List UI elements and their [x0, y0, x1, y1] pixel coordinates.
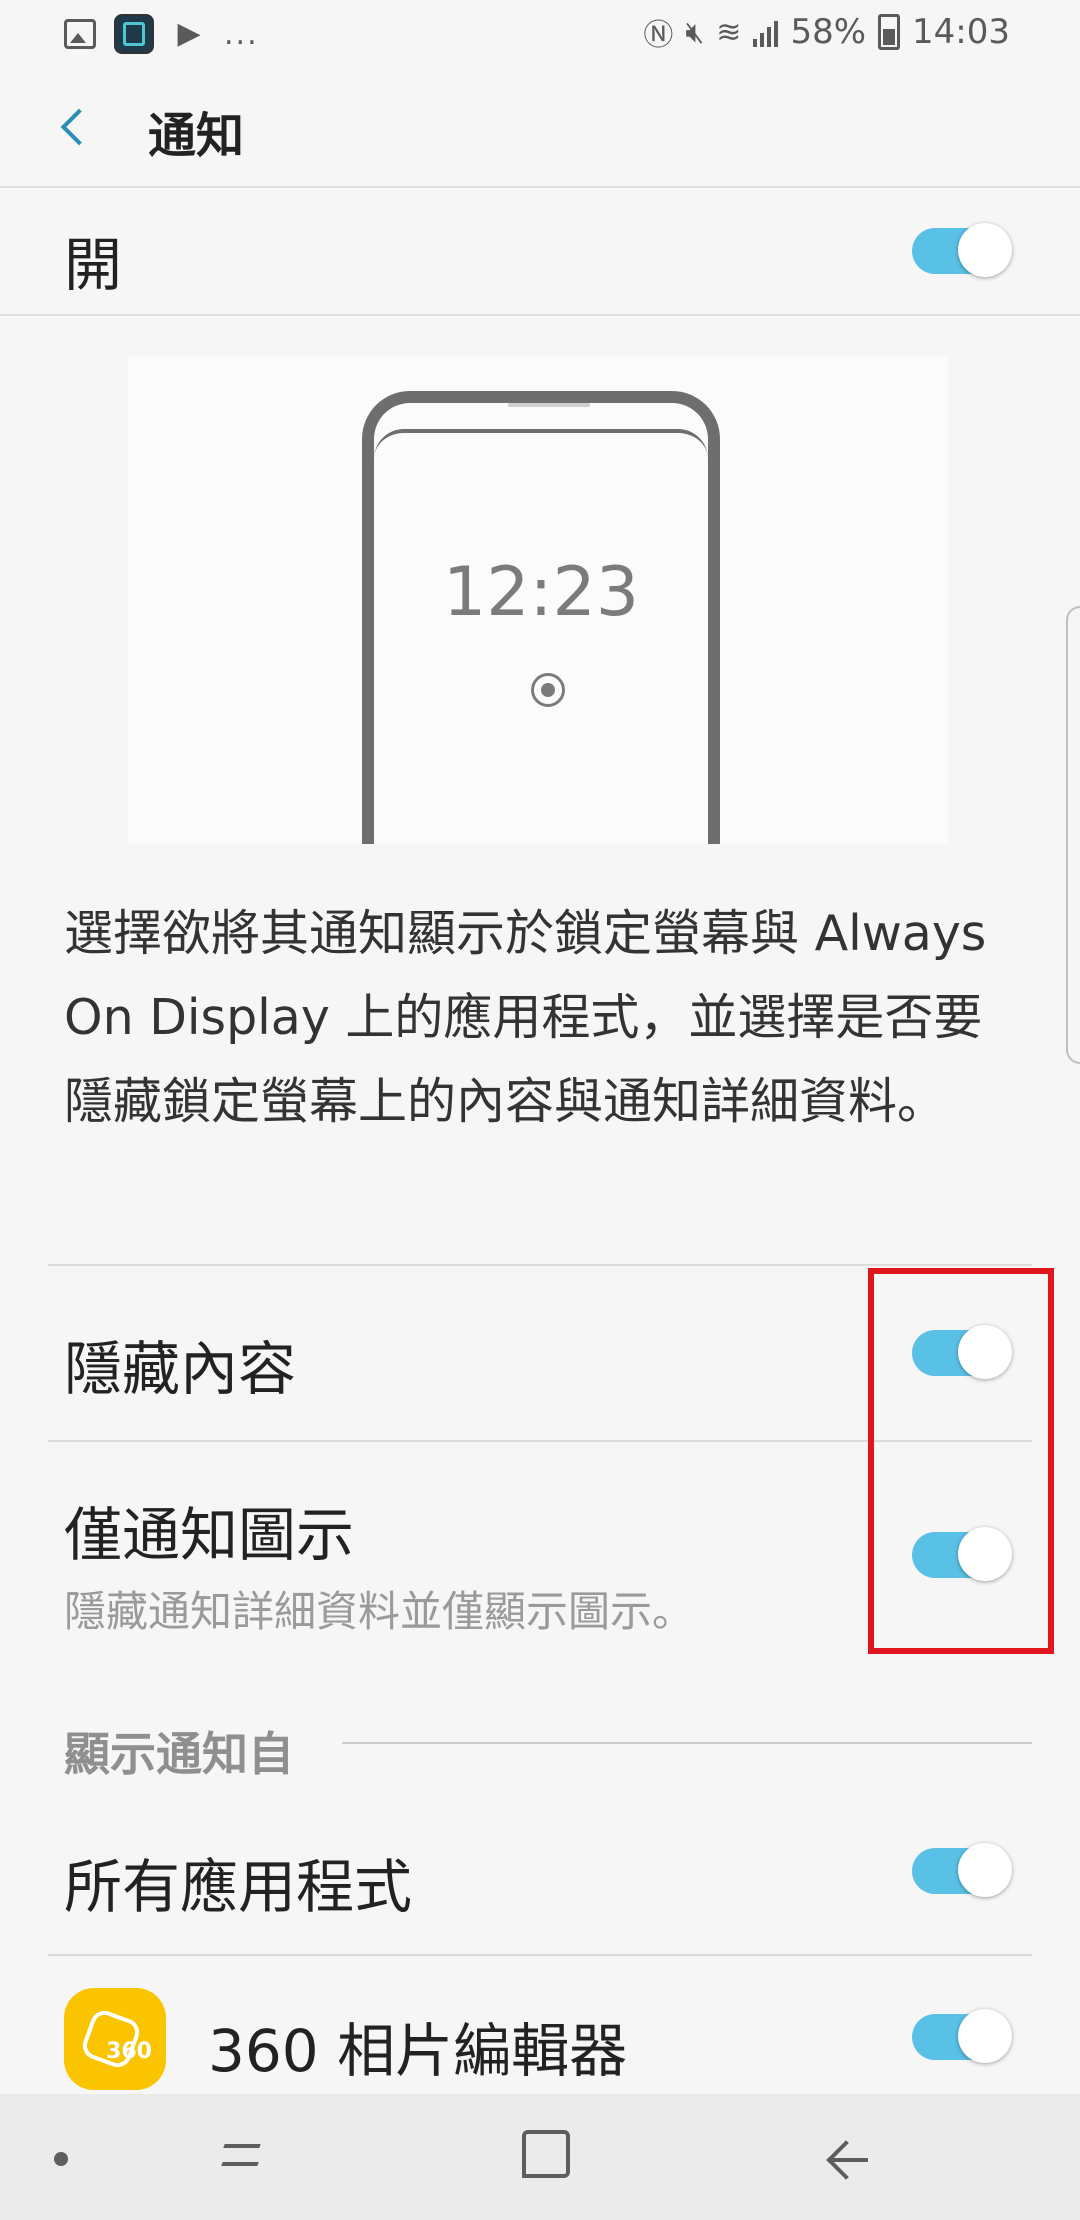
section-divider — [342, 1742, 1032, 1744]
nfc-icon: Ⓝ — [643, 18, 674, 53]
all-apps-label: 所有應用程式 — [64, 1853, 413, 1921]
gallery-icon — [64, 19, 96, 49]
toggle-knob — [958, 1843, 1012, 1897]
highlight-box — [868, 1268, 1054, 1654]
master-switch-label: 開 — [64, 231, 123, 299]
back-arrow-icon[interactable] — [48, 98, 108, 158]
lock-screen-illustration: 12:23 — [128, 356, 948, 844]
hide-content-label: 隱藏內容 — [64, 1335, 297, 1403]
master-switch-row[interactable]: 開 — [0, 188, 1080, 316]
app-bar: 通知 — [0, 68, 1080, 188]
scroll-handle[interactable] — [1066, 606, 1080, 1064]
app-360-label: 360 相片編輯器 — [208, 2017, 628, 2085]
status-bar-system: Ⓝ 🔇︎ ≋ 58% 14:03 — [643, 10, 1010, 54]
phone-speaker — [508, 403, 590, 407]
app-notification-icon — [114, 14, 154, 54]
battery-icon — [878, 14, 901, 50]
toggle-knob — [958, 223, 1012, 277]
description-text: 選擇欲將其通知顯示於鎖定螢幕與 Always On Display 上的應用程式… — [64, 905, 987, 1130]
nav-hide-dot[interactable] — [54, 2152, 68, 2166]
recent-apps-icon[interactable] — [218, 2132, 266, 2180]
icons-only-description: 隱藏通知詳細資料並僅顯示圖示。 — [64, 1587, 695, 1636]
signal-icon — [753, 17, 779, 47]
app-icon-text: 360 — [106, 2039, 152, 2064]
phone-screen: 12:23 — [374, 429, 708, 844]
battery-percent: 58% — [790, 12, 867, 52]
toggle-knob — [958, 2009, 1012, 2063]
status-time: 14:03 — [912, 12, 1010, 52]
master-toggle[interactable] — [912, 223, 1012, 277]
divider — [48, 1264, 1032, 1266]
section-header: 顯示通知自 — [64, 1727, 294, 1781]
icons-only-label: 僅通知圖示 — [64, 1501, 355, 1569]
home-icon[interactable] — [522, 2130, 570, 2178]
illustration-clock: 12:23 — [443, 553, 639, 632]
all-apps-toggle[interactable] — [912, 1843, 1012, 1897]
status-bar-notifications: ▶ ... — [64, 14, 259, 54]
back-icon[interactable] — [824, 2138, 868, 2178]
page-title: 通知 — [148, 108, 245, 164]
wifi-icon: ≋ — [716, 14, 742, 50]
navigation-bar — [0, 2094, 1080, 2220]
phone-outline-icon: 12:23 — [362, 391, 720, 844]
photo-editor-360-icon: 360 — [64, 1988, 166, 2090]
play-store-icon: ▶ — [177, 16, 201, 51]
more-notifications-indicator: ... — [224, 16, 259, 52]
mute-icon: 🔇︎ — [685, 14, 705, 50]
app-360-toggle[interactable] — [912, 2009, 1012, 2063]
status-bar: ▶ ... Ⓝ 🔇︎ ≋ 58% 14:03 — [0, 0, 1080, 68]
divider — [48, 1954, 1032, 1956]
fingerprint-icon — [531, 673, 565, 707]
